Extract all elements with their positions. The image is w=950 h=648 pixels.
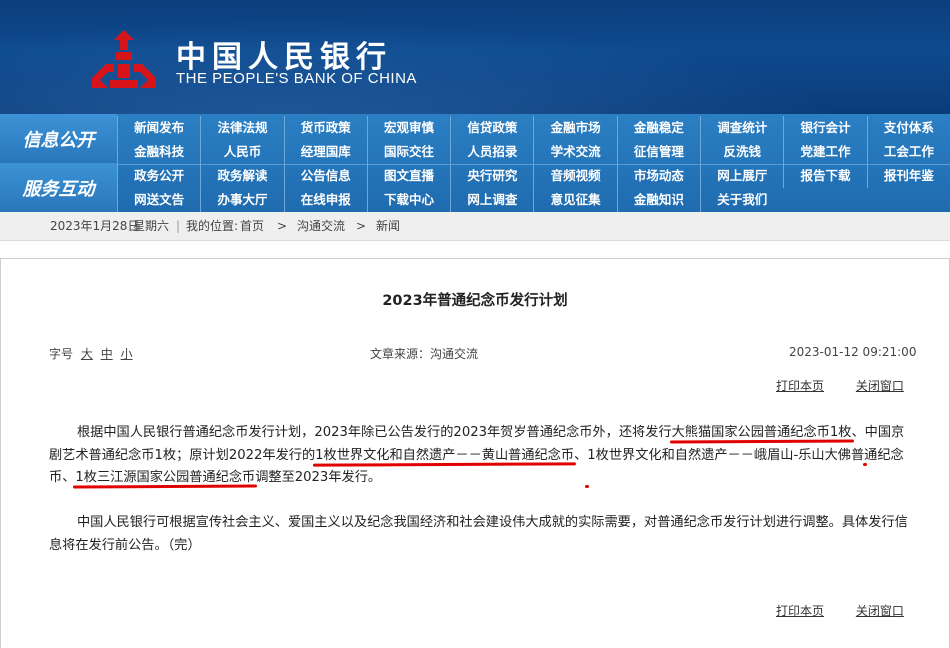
- nav-item[interactable]: 人员招录: [450, 140, 533, 164]
- font-size-medium-link[interactable]: 中: [101, 347, 113, 361]
- nav-item[interactable]: 人民币: [200, 140, 283, 164]
- bottom-actions: 打印本页 关闭窗口: [748, 602, 904, 619]
- article-source: 文章来源：沟通交流: [370, 347, 479, 361]
- breadcrumb-bar: 2023年1月28日 星期六 | 我的位置: 首页 > 沟通交流 > 新闻: [0, 212, 950, 241]
- underlined-coin-name: 1枚三江源国家公园普通纪念币: [75, 470, 256, 485]
- breadcrumb-separator: >: [356, 219, 367, 233]
- article-title: 2023年普通纪念币发行计划: [382, 293, 568, 309]
- nav-item[interactable]: 调查统计: [700, 116, 783, 140]
- nav-row: 政务公开 政务解读 公告信息 图文直播 央行研究 音频视频 市场动态 网上展厅 报告下载 报刊年鉴: [117, 164, 950, 188]
- nav-item[interactable]: 在线申报: [283, 188, 367, 212]
- nav-item[interactable]: 报告下载: [783, 164, 866, 188]
- article-paragraph-2: 中国人民银行可根据宣传社会主义、爱国主义以及纪念我国经济和社会建设伟大成就的实际…: [49, 515, 908, 553]
- nav-item[interactable]: 意见征集: [533, 188, 616, 212]
- top-actions: 打印本页 关闭窗口: [748, 377, 904, 394]
- nav-item[interactable]: 金融科技: [117, 140, 200, 164]
- close-window-link[interactable]: 关闭窗口: [856, 379, 904, 393]
- breadcrumb-current[interactable]: 新闻: [376, 212, 400, 240]
- nav-item[interactable]: 国际交往: [366, 140, 450, 164]
- nav-item[interactable]: 关于我们: [700, 188, 783, 212]
- paragraph-text: 、: [574, 447, 588, 463]
- nav-grid: 新闻发布 法律法规 货币政策 宏观审慎 信贷政策 金融市场 金融稳定 调查统计 银行会计 支付体系…: [117, 114, 950, 212]
- nav-item[interactable]: 图文直播: [366, 164, 450, 188]
- pboc-emblem-icon[interactable]: [88, 28, 160, 92]
- font-size-controls: 字号 大 中 小: [49, 345, 133, 362]
- nav-item[interactable]: 宏观审慎: [366, 116, 450, 140]
- print-page-link[interactable]: 打印本页: [776, 604, 824, 618]
- nav-item[interactable]: 工会工作: [866, 140, 950, 164]
- print-page-link[interactable]: 打印本页: [776, 379, 824, 393]
- paragraph-text: ；原计划2022年发行的: [176, 447, 316, 463]
- nav-item[interactable]: 征信管理: [616, 140, 700, 164]
- nav-item[interactable]: 反洗钱: [700, 140, 783, 164]
- nav-row: 网送文告 办事大厅 在线申报 下载中心 网上调查 意见征集 金融知识 关于我们: [117, 188, 950, 212]
- nav-item[interactable]: 法律法规: [200, 116, 283, 140]
- paragraph-text: 根据中国人民银行普通纪念币发行计划，2023年除已公告发行的2023年贺岁普通纪…: [77, 425, 672, 440]
- font-size-small-link[interactable]: 小: [121, 347, 133, 361]
- paragraph-text: 调整至2023年发行。: [255, 470, 382, 485]
- underlined-coin-name: 大熊猫国家公园普通纪念币1枚: [671, 425, 852, 440]
- nav-item[interactable]: 网上调查: [450, 188, 533, 212]
- nav-item[interactable]: 网送文告: [117, 188, 200, 212]
- nav-item[interactable]: 网上展厅: [700, 164, 783, 188]
- bank-name-en[interactable]: THE PEOPLE'S BANK OF CHINA: [176, 70, 417, 87]
- nav-item[interactable]: 央行研究: [450, 164, 533, 188]
- breadcrumb-section-link[interactable]: 沟通交流: [297, 212, 345, 240]
- nav-item[interactable]: 政务解读: [200, 164, 283, 188]
- nav-row: 金融科技 人民币 经理国库 国际交往 人员招录 学术交流 征信管理 反洗钱 党建工作 工会工作: [117, 140, 950, 165]
- paragraph-text: 、: [62, 470, 76, 485]
- nav-item[interactable]: 下载中心: [366, 188, 450, 212]
- close-window-link[interactable]: 关闭窗口: [856, 604, 904, 618]
- paragraph-text: 、: [851, 425, 865, 440]
- nav-item[interactable]: 货币政策: [283, 116, 367, 140]
- article-panel: 2023年普通纪念币发行计划 字号 大 中 小 文章来源：沟通交流 2023-0…: [0, 258, 950, 648]
- article-datetime: 2023-01-12 09:21:00: [789, 345, 917, 359]
- current-date: 2023年1月28日: [50, 219, 140, 233]
- nav-item[interactable]: 经理国库: [283, 140, 367, 164]
- main-navigation: 信息公开 服务互动 新闻发布 法律法规 货币政策 宏观审慎 信贷政策 金融市场 金融稳定 调查…: [0, 114, 950, 212]
- nav-item[interactable]: 银行会计: [783, 116, 866, 140]
- nav-item[interactable]: 学术交流: [533, 140, 616, 164]
- article-paragraph-1: 根据中国人民银行普通纪念币发行计划，2023年除已公告发行的2023年贺岁普通纪…: [49, 422, 909, 490]
- nav-item[interactable]: 新闻发布: [117, 116, 200, 140]
- nav-item[interactable]: 金融稳定: [616, 116, 700, 140]
- nav-item[interactable]: 报刊年鉴: [866, 164, 950, 188]
- nav-item[interactable]: 信贷政策: [450, 116, 533, 140]
- site-header: 中国人民银行 THE PEOPLE'S BANK OF CHINA: [0, 0, 950, 114]
- nav-item[interactable]: 金融知识: [616, 188, 700, 212]
- article-body: 根据中国人民银行普通纪念币发行计划，2023年除已公告发行的2023年贺岁普通纪…: [49, 422, 909, 490]
- nav-item[interactable]: 办事大厅: [200, 188, 283, 212]
- breadcrumb-separator: >: [277, 219, 288, 233]
- nav-item[interactable]: 公告信息: [283, 164, 367, 188]
- nav-item[interactable]: 政务公开: [117, 164, 200, 188]
- article-body-2: 中国人民银行可根据宣传社会主义、爱国主义以及纪念我国经济和社会建设伟大成就的实际…: [49, 512, 909, 557]
- nav-item[interactable]: 市场动态: [616, 164, 700, 188]
- nav-row: 新闻发布 法律法规 货币政策 宏观审慎 信贷政策 金融市场 金融稳定 调查统计 银行会计 支付体系: [117, 116, 950, 140]
- nav-item[interactable]: 支付体系: [866, 116, 950, 140]
- font-size-label: 字号: [49, 347, 74, 361]
- nav-item[interactable]: 党建工作: [783, 140, 866, 164]
- nav-item[interactable]: 音频视频: [533, 164, 616, 188]
- breadcrumb-location-label: 我的位置:: [186, 219, 239, 233]
- breadcrumb-divider: |: [176, 219, 181, 233]
- underlined-coin-name: 1枚世界文化和自然遗产－－黄山普通纪念币: [315, 447, 575, 463]
- nav-item[interactable]: 金融市场: [533, 116, 616, 140]
- nav-section-info-disclosure[interactable]: 信息公开: [0, 114, 117, 164]
- breadcrumb-home-link[interactable]: 首页: [240, 212, 264, 240]
- nav-section-service-interaction[interactable]: 服务互动: [0, 163, 117, 212]
- font-size-large-link[interactable]: 大: [81, 347, 93, 361]
- current-weekday: 星期六: [133, 219, 170, 233]
